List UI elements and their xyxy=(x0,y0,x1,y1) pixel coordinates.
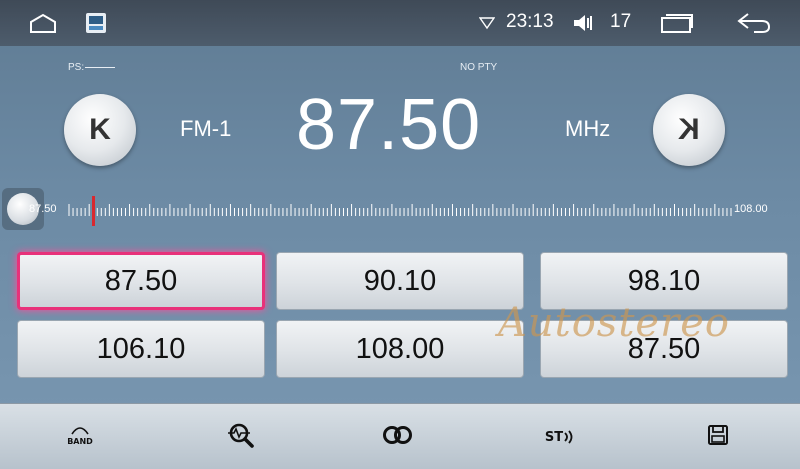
watermark: Autostereo xyxy=(498,300,730,346)
preset-button-4[interactable]: 106.10 xyxy=(17,320,265,378)
stereo-button[interactable]: ST xyxy=(540,420,580,454)
scale-min-label: 87.50 xyxy=(29,203,57,215)
search-icon xyxy=(226,421,258,453)
seek-prev-icon: K xyxy=(89,113,111,146)
preset-button-1[interactable]: 87.50 xyxy=(17,252,265,310)
status-bar: 23:13 17 xyxy=(0,0,800,46)
scale-max-label: 108.00 xyxy=(734,203,768,215)
band-button[interactable]: BAND xyxy=(60,420,100,454)
wifi-icon xyxy=(478,15,496,34)
bottom-toolbar: BAND ST xyxy=(0,403,800,469)
recent-apps-icon[interactable] xyxy=(660,12,694,38)
tuning-marker[interactable] xyxy=(92,196,95,226)
pty-label: NO PTY xyxy=(460,62,498,73)
seek-next-icon: K xyxy=(678,113,700,146)
band-icon: BAND xyxy=(67,426,93,446)
app-icon[interactable] xyxy=(84,11,108,35)
seek-prev-button[interactable]: K xyxy=(64,94,136,166)
ps-text: PS: xyxy=(68,62,85,73)
home-icon[interactable] xyxy=(28,12,58,38)
band-label: FM-1 xyxy=(180,116,232,141)
loud-button[interactable] xyxy=(378,420,418,454)
volume-icon[interactable] xyxy=(572,12,598,38)
scan-button[interactable] xyxy=(222,420,262,454)
loud-icon xyxy=(381,424,415,450)
frequency-display: 87.50 xyxy=(296,85,482,165)
preset-button-5[interactable]: 108.00 xyxy=(276,320,524,378)
clock: 23:13 xyxy=(506,11,554,32)
stereo-icon-label: ST xyxy=(544,429,564,445)
stereo-icon: ST xyxy=(545,429,575,445)
ps-label: PS: xyxy=(68,62,116,73)
volume-level: 17 xyxy=(610,11,632,32)
save-icon xyxy=(706,423,730,451)
ps-value-line xyxy=(85,66,116,68)
band-icon-label: BAND xyxy=(67,436,93,446)
tuning-scale[interactable] xyxy=(68,196,732,228)
seek-next-button[interactable]: K xyxy=(653,94,725,166)
frequency-unit: MHz xyxy=(565,116,611,141)
preset-button-2[interactable]: 90.10 xyxy=(276,252,524,310)
back-icon[interactable] xyxy=(736,12,772,38)
save-button[interactable] xyxy=(698,420,738,454)
